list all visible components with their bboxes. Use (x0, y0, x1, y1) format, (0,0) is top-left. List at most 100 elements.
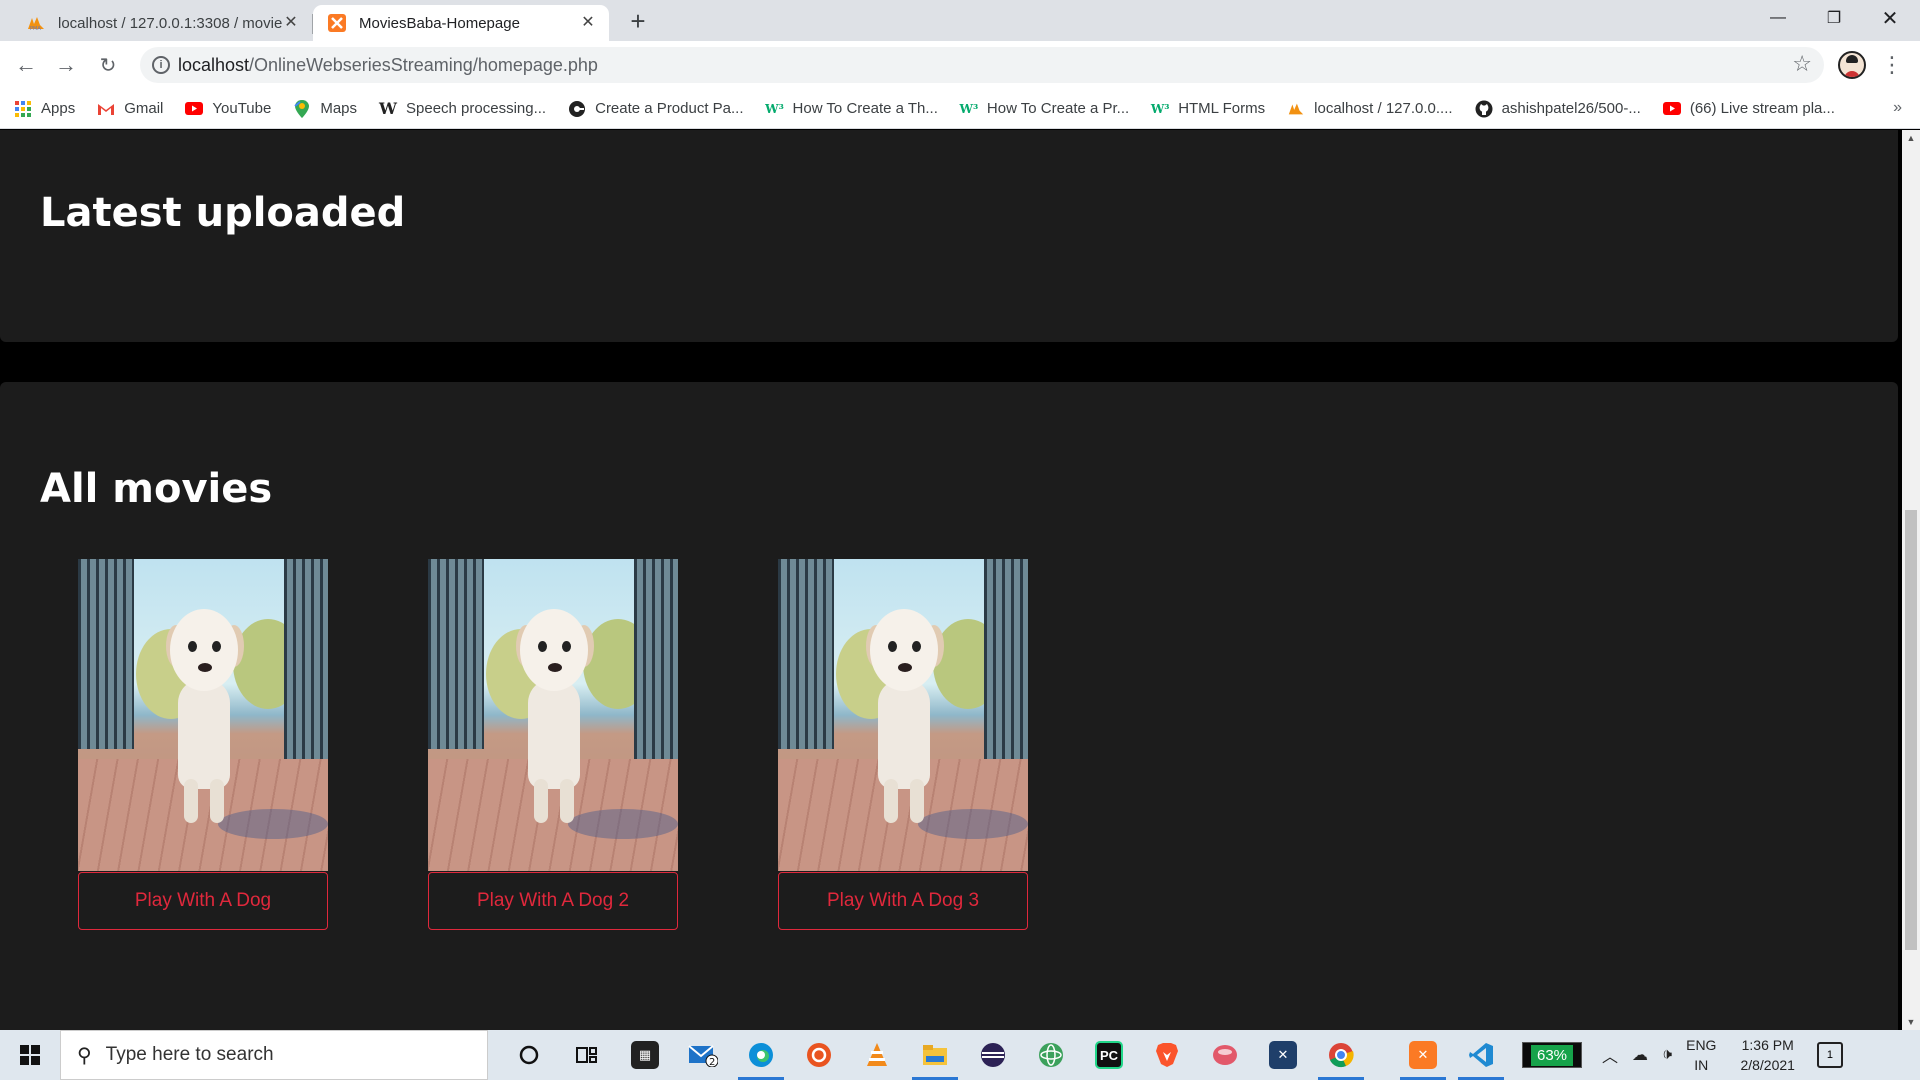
movie-title-button[interactable]: Play With A Dog (78, 872, 328, 930)
store-icon[interactable]: ▦ (616, 1030, 674, 1080)
close-window-button[interactable]: ✕ (1862, 0, 1918, 36)
clock[interactable]: 1:36 PM 2/8/2021 (1740, 1035, 1795, 1075)
close-tab-icon[interactable]: ✕ (282, 14, 300, 32)
forward-button[interactable]: → (50, 49, 82, 81)
bookmark-create-product-page[interactable]: Create a Product Pa... (568, 100, 744, 118)
tab-strip: PMA localhost / 127.0.0.1:3308 / movie ✕… (0, 0, 1920, 41)
page-scrollbar[interactable]: ▲ ▼ (1902, 130, 1920, 1030)
redis-icon[interactable] (1196, 1030, 1254, 1080)
reload-button[interactable]: ↻ (92, 49, 124, 81)
ubuntu-icon[interactable] (790, 1030, 848, 1080)
browser-menu-icon[interactable]: ⋮ (1880, 51, 1904, 79)
mail-icon[interactable]: 2 (674, 1030, 732, 1080)
windows-logo-icon (20, 1045, 40, 1065)
bookmark-apps[interactable]: Apps (14, 100, 75, 118)
system-tray: ︿ ☁ 🕩 (1602, 1043, 1686, 1067)
maximize-button[interactable]: ❐ (1806, 0, 1862, 36)
bookmark-how-to-create-pr[interactable]: W³ How To Create a Pr... (960, 100, 1130, 118)
bookmark-label: YouTube (212, 100, 272, 117)
tab-moviesbaba[interactable]: MoviesBaba-Homepage ✕ (313, 5, 609, 41)
xampp-icon[interactable]: ✕ (1394, 1030, 1452, 1080)
search-icon: ⚲ (77, 1044, 92, 1067)
movie-title-button[interactable]: Play With A Dog 2 (428, 872, 678, 930)
movie-poster[interactable] (428, 559, 678, 871)
page-viewport: Latest uploaded All movies Play With A D… (0, 130, 1902, 1030)
scroll-down-icon[interactable]: ▼ (1902, 1014, 1920, 1030)
bookmark-label: How To Create a Th... (792, 100, 938, 117)
info-icon[interactable]: i (152, 56, 170, 74)
movie-poster[interactable] (778, 559, 1028, 871)
bookmark-gmail[interactable]: Gmail (97, 100, 163, 118)
movie-card[interactable]: Play With A Dog (78, 559, 328, 930)
all-movies-section: All movies Play With A Dog Play With A D… (0, 382, 1898, 1030)
w3schools-icon: W³ (1150, 101, 1170, 116)
latest-uploaded-heading: Latest uploaded (40, 190, 406, 236)
movie-title-button[interactable]: Play With A Dog 3 (778, 872, 1028, 930)
pycharm-icon[interactable]: PC (1080, 1030, 1138, 1080)
close-tab-icon[interactable]: ✕ (579, 14, 597, 32)
edge-icon[interactable] (732, 1030, 790, 1080)
bookmark-label: ashishpatel26/500-... (1501, 100, 1641, 117)
bookmark-label: Gmail (124, 100, 164, 117)
vlc-icon[interactable] (848, 1030, 906, 1080)
windows-taskbar: ⚲ Type here to search ▦ 2 PC ✕ ✕ 63% ︿ ☁… (0, 1030, 1920, 1080)
cortana-icon[interactable] (500, 1030, 558, 1080)
xming-icon[interactable]: ✕ (1254, 1030, 1312, 1080)
taskbar-search-box[interactable]: ⚲ Type here to search (60, 1030, 488, 1080)
bookmark-maps[interactable]: Maps (293, 99, 358, 118)
browser-toolbar: ← → ↻ i localhost/OnlineWebseriesStreami… (0, 41, 1920, 89)
network-icon[interactable]: ☁ (1632, 1045, 1648, 1065)
bookmark-label: (66) Live stream pla... (1689, 100, 1835, 117)
vscode-icon[interactable] (1452, 1030, 1510, 1080)
scrollbar-thumb[interactable] (1905, 510, 1917, 950)
bookmark-github[interactable]: ashishpatel26/500-... (1475, 100, 1641, 118)
windows-start-button[interactable] (0, 1030, 60, 1080)
phpmyadmin-icon: PMA (26, 13, 46, 33)
movie-poster[interactable] (78, 559, 328, 871)
bookmark-youtube[interactable]: YouTube (185, 100, 271, 118)
brave-icon[interactable] (1138, 1030, 1196, 1080)
phpmyadmin-icon (1287, 100, 1305, 118)
minimize-button[interactable]: — (1750, 0, 1806, 36)
back-button[interactable]: ← (10, 49, 42, 81)
xampp-icon (327, 13, 347, 33)
bookmark-star-icon[interactable]: ☆ (1792, 51, 1812, 77)
address-bar[interactable]: i localhost/OnlineWebseriesStreaming/hom… (140, 47, 1824, 83)
scroll-up-icon[interactable]: ▲ (1902, 130, 1920, 146)
bookmark-label: Maps (320, 100, 358, 117)
bookmark-label: How To Create a Pr... (986, 100, 1130, 117)
notification-center-icon[interactable]: 1 (1816, 1042, 1843, 1068)
bookmark-label: localhost / 127.0.0.... (1314, 100, 1453, 117)
tab-phpmyadmin[interactable]: PMA localhost / 127.0.0.1:3308 / movie ✕ (12, 5, 312, 41)
battery-indicator[interactable]: 63% (1522, 1042, 1582, 1068)
bookmarks-bar: Apps Gmail YouTube Maps W Speech process… (0, 89, 1920, 129)
github-icon (1475, 100, 1493, 118)
language-indicator[interactable]: ENG IN (1686, 1035, 1716, 1075)
file-explorer-icon[interactable] (906, 1030, 964, 1080)
bookmark-live-stream[interactable]: (66) Live stream pla... (1662, 100, 1835, 118)
maps-icon (293, 99, 311, 118)
search-placeholder: Type here to search (105, 1044, 274, 1065)
svg-text:PMA: PMA (30, 26, 41, 31)
movie-card[interactable]: Play With A Dog 2 (428, 559, 678, 930)
bookmark-speech-processing[interactable]: W Speech processing... (379, 99, 546, 118)
bookmark-html-forms[interactable]: W³ HTML Forms (1151, 100, 1265, 118)
bookmark-label: HTML Forms (1178, 100, 1266, 117)
url-text[interactable]: localhost/OnlineWebseriesStreaming/homep… (178, 55, 598, 76)
bookmark-how-to-create-th[interactable]: W³ How To Create a Th... (765, 100, 938, 118)
atom-icon[interactable] (1022, 1030, 1080, 1080)
profile-avatar[interactable] (1838, 51, 1866, 79)
w3schools-icon: W³ (765, 101, 784, 116)
bookmark-label: Apps (41, 100, 76, 117)
chevron-up-icon[interactable]: ︿ (1602, 1043, 1618, 1067)
volume-icon[interactable]: 🕩 (1662, 1046, 1672, 1064)
more-bookmarks-icon[interactable]: » (1893, 99, 1902, 117)
movie-card[interactable]: Play With A Dog 3 (778, 559, 1028, 930)
chrome-icon[interactable] (1312, 1030, 1370, 1080)
eclipse-icon[interactable] (964, 1030, 1022, 1080)
bookmark-localhost[interactable]: localhost / 127.0.0.... (1287, 100, 1453, 118)
task-view-icon[interactable] (558, 1030, 616, 1080)
tab-title: MoviesBaba-Homepage (359, 14, 520, 32)
svg-text:2: 2 (709, 1057, 715, 1067)
new-tab-button[interactable]: + (624, 8, 652, 36)
